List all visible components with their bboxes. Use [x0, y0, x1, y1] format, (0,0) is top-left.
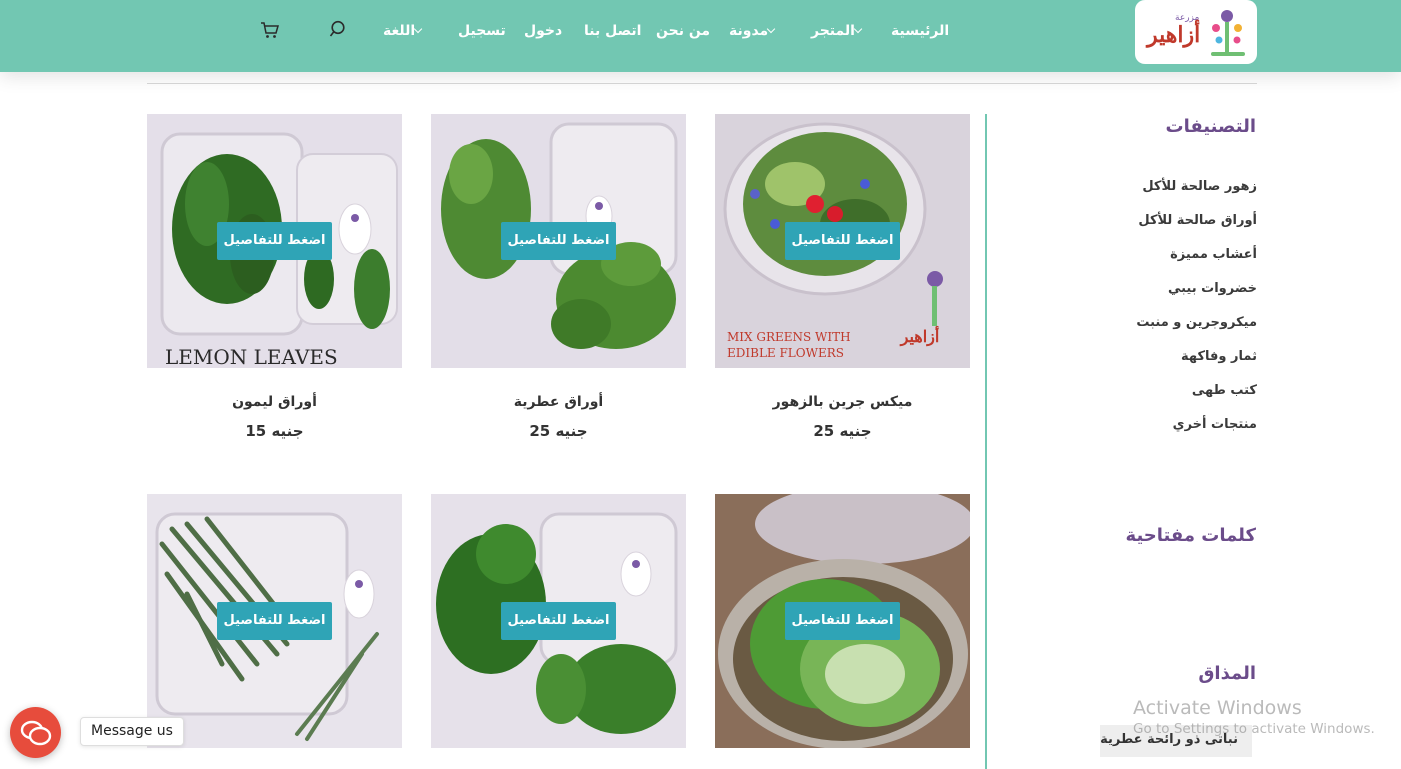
image-caption: LEMON LEAVES: [165, 345, 338, 368]
chat-label[interactable]: Message us: [80, 717, 184, 746]
image-caption-line1: MIX GREENS WITH: [727, 330, 851, 344]
chat-button[interactable]: [10, 707, 61, 758]
product-image[interactable]: اضغط للتفاصيل: [147, 494, 402, 748]
taste-title: المذاق: [1198, 663, 1256, 684]
nav-contact[interactable]: اتصل بنا: [584, 23, 641, 39]
nav-register[interactable]: تسجيل: [458, 23, 506, 39]
details-button[interactable]: اضغط للتفاصيل: [217, 602, 332, 640]
category-item[interactable]: خضروات بيبي: [1136, 278, 1257, 312]
sidebar-divider: [985, 114, 987, 769]
product-image[interactable]: اضغط للتفاصيل: [431, 114, 686, 368]
category-item[interactable]: ميكروجرين و منبت: [1136, 312, 1257, 346]
product-name[interactable]: أوراق ليمون: [147, 394, 402, 410]
nav-language-label: اللغة: [383, 23, 416, 39]
nav-home[interactable]: الرئيسية: [891, 23, 949, 39]
category-item[interactable]: ثمار وفاكهة: [1136, 346, 1257, 380]
watermark-line2: Go to Settings to activate Windows.: [1133, 721, 1375, 737]
categories-title: التصنيفات: [1165, 116, 1256, 137]
category-item[interactable]: زهور صالحة للأكل: [1136, 176, 1257, 210]
product-name[interactable]: أوراق عطرية: [431, 394, 686, 410]
site-header: مزرعة أزاهير الرئيسية المتجر مدونة من نح…: [0, 0, 1401, 72]
product-image[interactable]: اضغط للتفاصيل: [715, 494, 970, 748]
top-divider: [147, 83, 1257, 84]
details-button[interactable]: اضغط للتفاصيل: [501, 602, 616, 640]
chevron-down-icon: [413, 24, 423, 34]
product-image[interactable]: LEMON LEAVES اضغط للتفاصيل: [147, 114, 402, 368]
category-item[interactable]: أعشاب مميزة: [1136, 244, 1257, 278]
category-item[interactable]: منتجات أخري: [1136, 414, 1257, 448]
product-image[interactable]: اضغط للتفاصيل: [431, 494, 686, 748]
product-name[interactable]: ميكس جرين بالزهور: [715, 394, 970, 410]
svg-text:أزاهير: أزاهير: [900, 325, 940, 347]
keywords-title: كلمات مفتاحية: [1125, 525, 1256, 546]
product-price: جنيه 25: [529, 422, 588, 440]
logo-wordmark: أزاهير: [1147, 22, 1201, 48]
image-caption-line2: EDIBLE FLOWERS: [727, 346, 844, 360]
cart-icon[interactable]: [260, 21, 280, 39]
chat-bubble-icon: [20, 720, 52, 746]
nav-blog[interactable]: مدونة: [729, 23, 779, 39]
nav-shop[interactable]: المتجر: [811, 23, 866, 39]
nav-language[interactable]: اللغة: [383, 23, 426, 39]
product-price: جنيه 15: [245, 422, 304, 440]
product-image[interactable]: أزاهير MIX GREENS WITH EDIBLE FLOWERS اض…: [715, 114, 970, 368]
search-icon[interactable]: [329, 20, 347, 38]
nav-login[interactable]: دخول: [524, 23, 562, 39]
site-logo[interactable]: مزرعة أزاهير: [1135, 0, 1257, 64]
nav-shop-label: المتجر: [811, 23, 855, 39]
category-item[interactable]: كتب طهى: [1136, 380, 1257, 414]
watermark-line1: Activate Windows: [1133, 697, 1302, 719]
activate-windows-watermark: Activate Windows Go to Settings to activ…: [1133, 697, 1375, 737]
details-button[interactable]: اضغط للتفاصيل: [785, 222, 900, 260]
nav-about[interactable]: من نحن: [656, 23, 710, 39]
details-button[interactable]: اضغط للتفاصيل: [501, 222, 616, 260]
flower-logo-icon: [1211, 10, 1245, 56]
chevron-down-icon: [766, 24, 776, 34]
categories-list: زهور صالحة للأكل أوراق صالحة للأكل أعشاب…: [1136, 176, 1257, 448]
details-button[interactable]: اضغط للتفاصيل: [785, 602, 900, 640]
category-item[interactable]: أوراق صالحة للأكل: [1136, 210, 1257, 244]
product-price: جنيه 25: [813, 422, 872, 440]
nav-blog-label: مدونة: [729, 23, 769, 39]
details-button[interactable]: اضغط للتفاصيل: [217, 222, 332, 260]
